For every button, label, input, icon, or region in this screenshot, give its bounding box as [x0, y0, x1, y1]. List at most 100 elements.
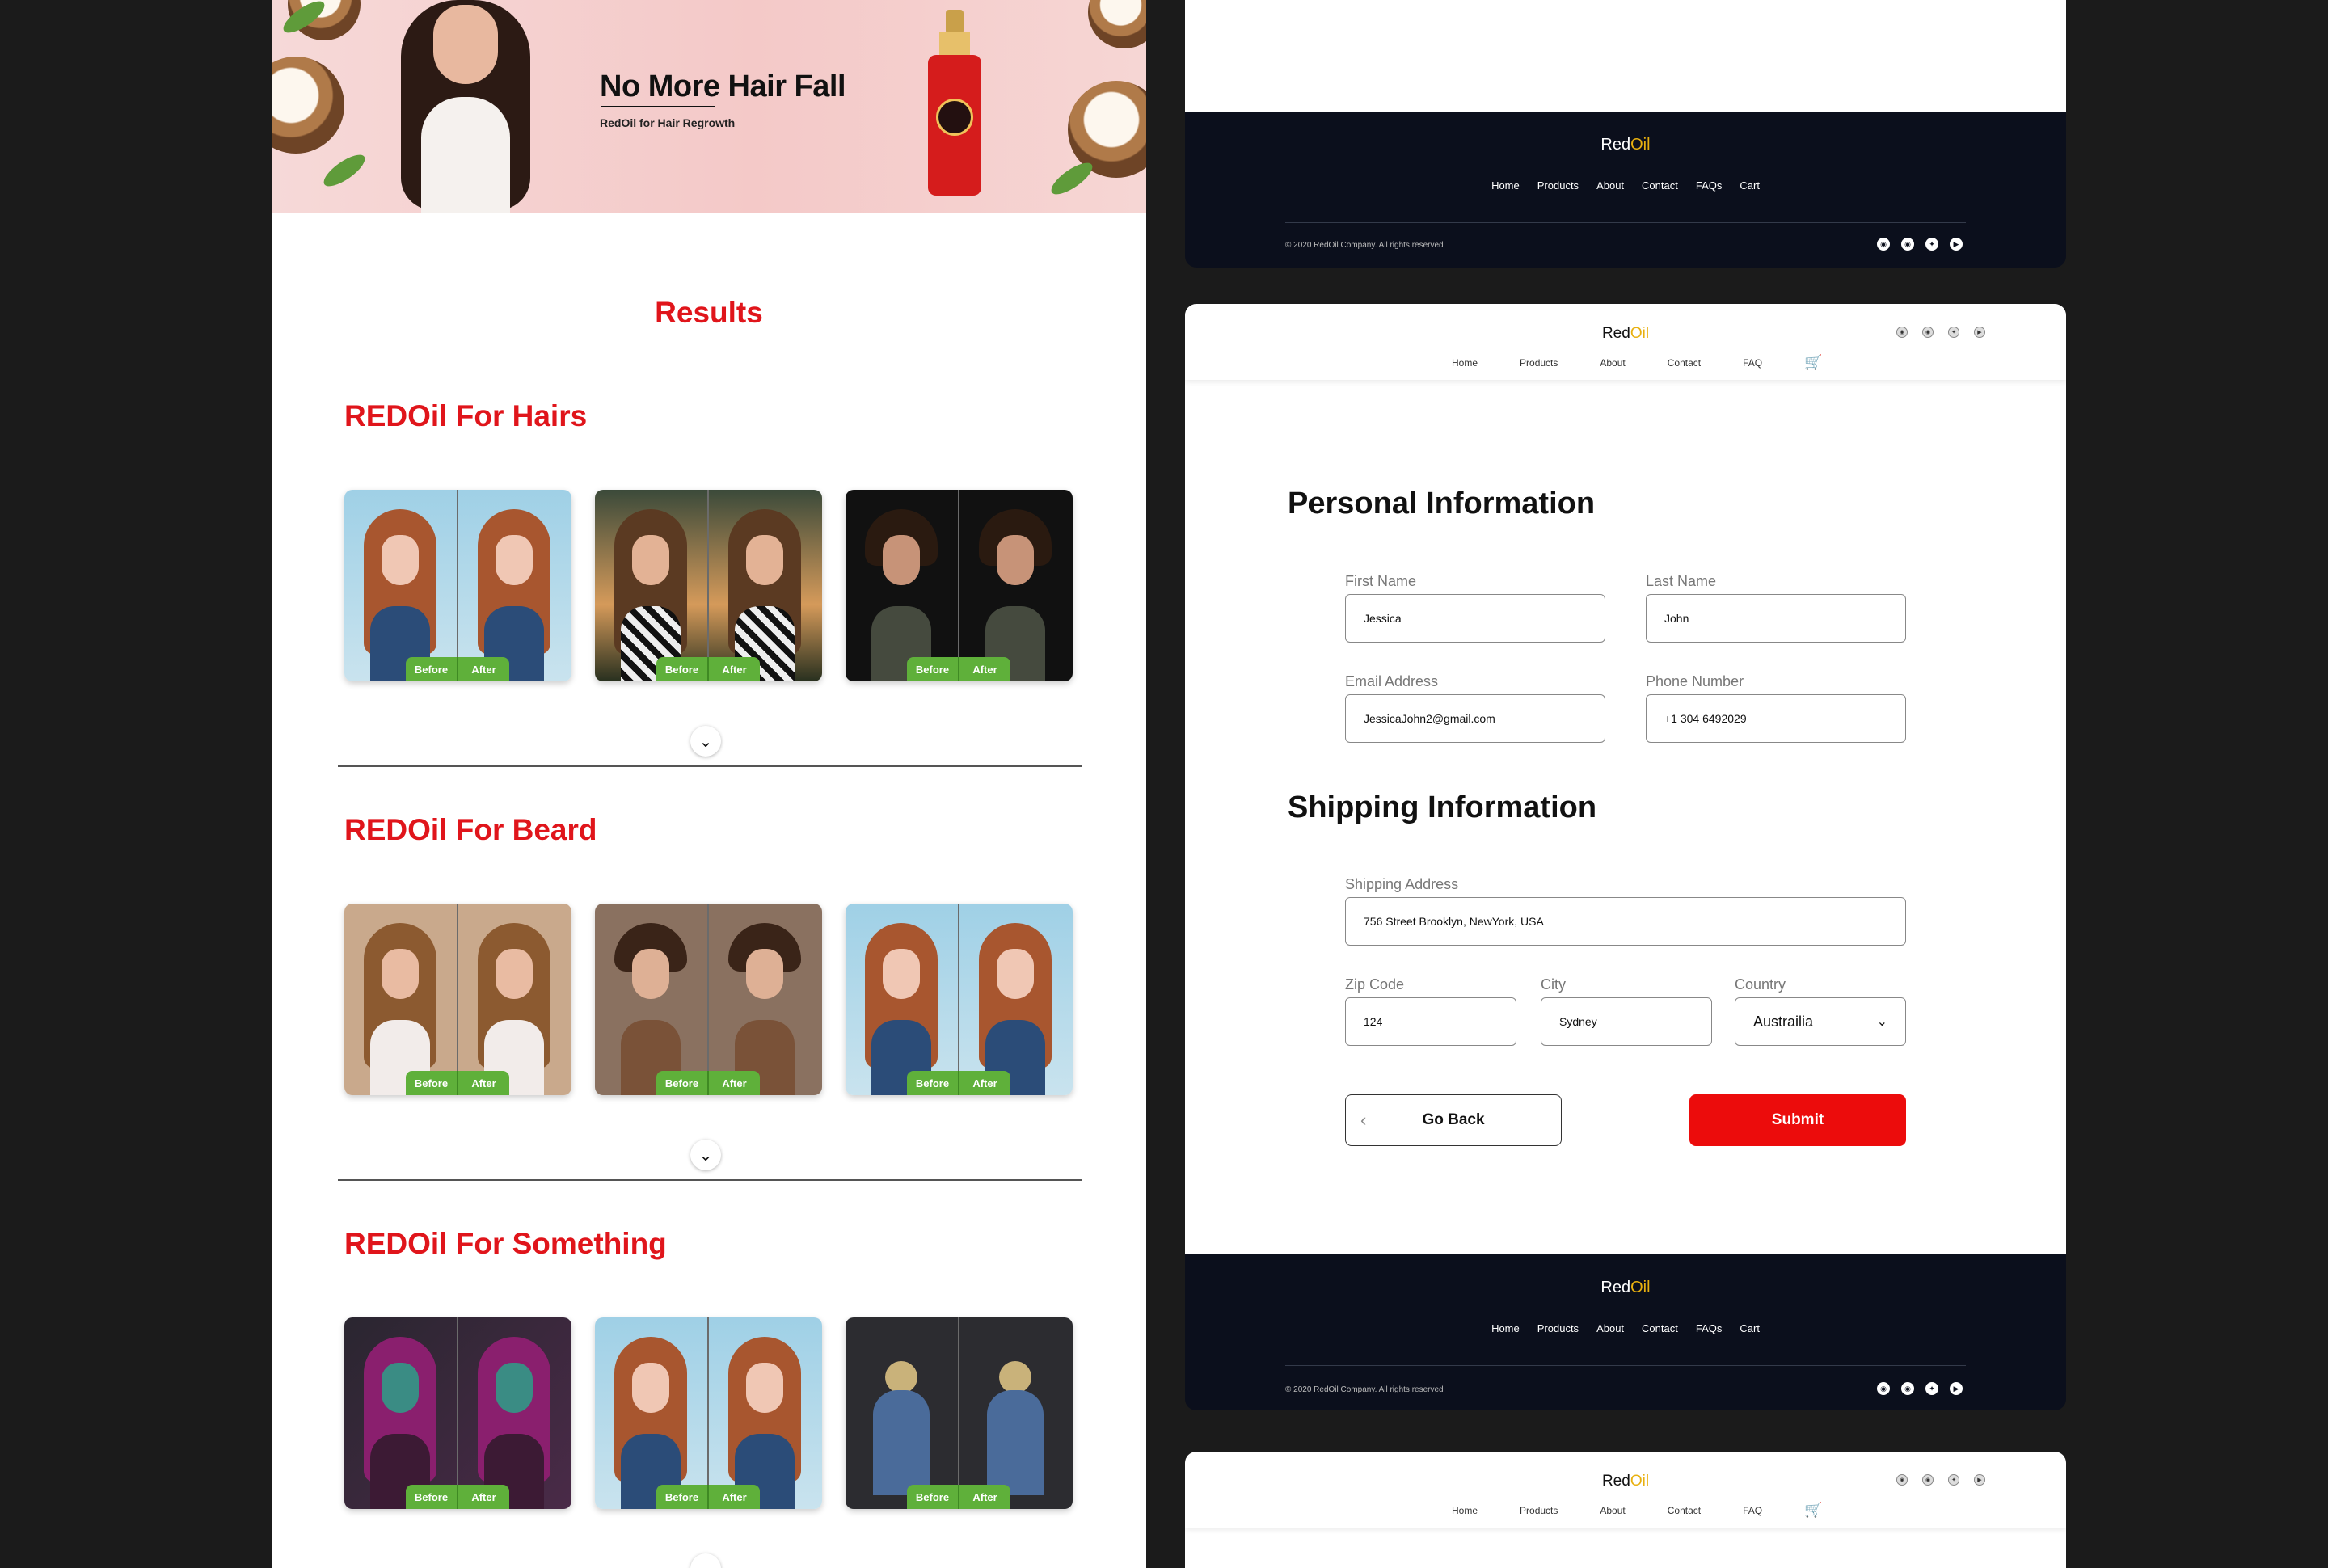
footer-social-icons: ◉ ◉ ✦ ▶: [1877, 1382, 1963, 1395]
nav-link-home[interactable]: Home: [1452, 1505, 1478, 1519]
after-label: After: [958, 1071, 1010, 1095]
go-back-button[interactable]: ‹ Go Back: [1345, 1094, 1562, 1146]
shipping-info-heading: Shipping Information: [1288, 790, 1597, 824]
nav-link-contact[interactable]: Contact: [1668, 357, 1701, 371]
before-after-card[interactable]: Before After: [595, 904, 822, 1095]
instagram-icon[interactable]: ◉: [1877, 238, 1890, 251]
youtube-icon[interactable]: ▶: [1950, 1382, 1963, 1395]
pinterest-icon[interactable]: ◉: [1901, 1382, 1914, 1395]
zip-code-field[interactable]: 124: [1345, 997, 1516, 1046]
last-name-field[interactable]: John: [1646, 594, 1906, 643]
footer-link-cart[interactable]: Cart: [1740, 179, 1760, 192]
footer-logo[interactable]: RedOil: [1185, 1279, 2066, 1297]
hero-subtitle: RedOil for Hair Regrowth: [600, 116, 736, 129]
previous-page-fragment: [1185, 0, 2066, 112]
footer-link-products[interactable]: Products: [1537, 1322, 1579, 1334]
chevron-down-icon: ⌄: [1876, 1015, 1887, 1029]
hero-banner: No More Hair Fall RedOil for Hair Regrow…: [272, 0, 1146, 213]
twitter-icon[interactable]: ✦: [1925, 1382, 1938, 1395]
twitter-icon[interactable]: ✦: [1925, 238, 1938, 251]
youtube-icon[interactable]: ▶: [1950, 238, 1963, 251]
copyright-text: © 2020 RedOil Company. All rights reserv…: [1285, 1385, 1444, 1394]
before-after-card[interactable]: Before After: [595, 1317, 822, 1509]
footer-link-faqs[interactable]: FAQs: [1696, 179, 1723, 192]
header-nav: Home Products About Contact FAQ 🛒: [1452, 1502, 1865, 1519]
shipping-address-label: Shipping Address: [1345, 876, 1459, 892]
instagram-icon[interactable]: ◉: [1896, 1474, 1908, 1486]
city-field[interactable]: Sydney: [1541, 997, 1712, 1046]
phone-field[interactable]: +1 304 6492029: [1646, 694, 1906, 743]
footer-nav: Home Products About Contact FAQs Cart: [1185, 1322, 2066, 1334]
footer-logo[interactable]: RedOil: [1185, 136, 2066, 154]
youtube-icon[interactable]: ▶: [1974, 327, 1985, 338]
copyright-text: © 2020 RedOil Company. All rights reserv…: [1285, 241, 1444, 250]
footer-nav: Home Products About Contact FAQs Cart: [1185, 179, 2066, 192]
expand-chevron-button[interactable]: ⌄: [690, 1553, 721, 1568]
footer-link-about[interactable]: About: [1596, 1322, 1624, 1334]
country-select[interactable]: Austrailia ⌄: [1735, 997, 1906, 1046]
hero-model-image: [385, 0, 555, 213]
footer-link-cart[interactable]: Cart: [1740, 1322, 1760, 1334]
expand-chevron-button[interactable]: ⌄: [690, 726, 721, 757]
instagram-icon[interactable]: ◉: [1877, 1382, 1890, 1395]
results-page: No More Hair Fall RedOil for Hair Regrow…: [272, 0, 1146, 1568]
footer-link-home[interactable]: Home: [1491, 179, 1520, 192]
expand-chevron-button[interactable]: ⌄: [690, 1140, 721, 1170]
footer-link-contact[interactable]: Contact: [1642, 179, 1678, 192]
after-label: After: [457, 657, 509, 681]
twitter-icon[interactable]: ✦: [1948, 1474, 1959, 1486]
after-label: After: [707, 1071, 760, 1095]
email-label: Email Address: [1345, 673, 1439, 689]
youtube-icon[interactable]: ▶: [1974, 1474, 1985, 1486]
before-after-card[interactable]: Before After: [344, 904, 571, 1095]
email-field[interactable]: JessicaJohn2@gmail.com: [1345, 694, 1605, 743]
coconut-image: [1088, 0, 1146, 48]
submit-button[interactable]: Submit: [1689, 1094, 1906, 1146]
before-after-card[interactable]: Before After: [846, 490, 1073, 681]
shipping-address-field[interactable]: 756 Street Brooklyn, NewYork, USA: [1345, 897, 1906, 946]
chevron-left-icon: ‹: [1360, 1110, 1367, 1130]
pinterest-icon[interactable]: ◉: [1922, 1474, 1934, 1486]
nav-link-products[interactable]: Products: [1520, 1505, 1558, 1519]
footer-link-faqs[interactable]: FAQs: [1696, 1322, 1723, 1334]
checkout-page: RedOil Home Products About Contact FAQ 🛒…: [1185, 304, 2066, 1254]
cart-icon[interactable]: 🛒: [1804, 354, 1822, 371]
footer-link-home[interactable]: Home: [1491, 1322, 1520, 1334]
after-label: After: [707, 1485, 760, 1509]
site-header: RedOil Home Products About Contact FAQ 🛒…: [1185, 1452, 2066, 1528]
city-label: City: [1541, 976, 1566, 993]
footer-link-contact[interactable]: Contact: [1642, 1322, 1678, 1334]
twitter-icon[interactable]: ✦: [1948, 327, 1959, 338]
before-after-card[interactable]: Before After: [846, 904, 1073, 1095]
before-after-card[interactable]: Before After: [344, 1317, 571, 1509]
section-divider: [338, 1179, 1082, 1181]
nav-link-about[interactable]: About: [1600, 357, 1625, 371]
nav-link-home[interactable]: Home: [1452, 357, 1478, 371]
nav-link-about[interactable]: About: [1600, 1505, 1625, 1519]
nav-link-contact[interactable]: Contact: [1668, 1505, 1701, 1519]
chevron-down-icon: ⌄: [698, 1146, 713, 1165]
footer-bottom: RedOil Home Products About Contact FAQs …: [1185, 1254, 2066, 1410]
leaf-image: [1047, 157, 1097, 200]
footer-divider: [1285, 1365, 1966, 1366]
before-label: Before: [656, 657, 707, 681]
chevron-down-icon: ⌄: [698, 732, 713, 751]
cart-icon[interactable]: 🛒: [1804, 1502, 1822, 1519]
nav-link-products[interactable]: Products: [1520, 357, 1558, 371]
footer-link-products[interactable]: Products: [1537, 179, 1579, 192]
before-after-card[interactable]: Before After: [344, 490, 571, 681]
before-label: Before: [656, 1071, 707, 1095]
pinterest-icon[interactable]: ◉: [1922, 327, 1934, 338]
nav-link-faq[interactable]: FAQ: [1743, 1505, 1762, 1519]
before-after-card[interactable]: Before After: [846, 1317, 1073, 1509]
pinterest-icon[interactable]: ◉: [1901, 238, 1914, 251]
nav-link-faq[interactable]: FAQ: [1743, 357, 1762, 371]
before-after-card[interactable]: Before After: [595, 490, 822, 681]
chevron-down-icon: ⌄: [699, 1559, 713, 1568]
first-name-field[interactable]: Jessica: [1345, 594, 1605, 643]
section-title-beard: REDOil For Beard: [344, 813, 597, 846]
footer-link-about[interactable]: About: [1596, 179, 1624, 192]
section-divider: [338, 765, 1082, 767]
before-label: Before: [907, 1071, 958, 1095]
instagram-icon[interactable]: ◉: [1896, 327, 1908, 338]
